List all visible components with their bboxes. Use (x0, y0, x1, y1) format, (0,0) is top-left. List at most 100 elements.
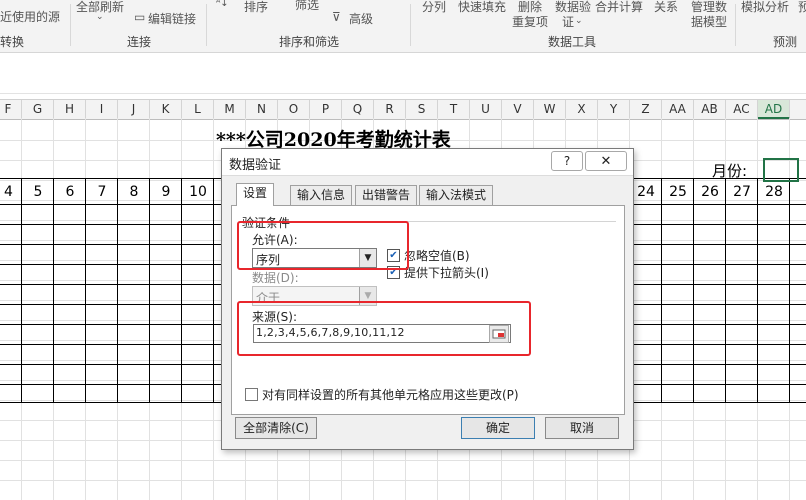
column-header-aa[interactable]: AA (662, 100, 694, 119)
day-number-cell[interactable]: 24 (630, 180, 662, 204)
tab-settings[interactable]: 设置 (236, 183, 275, 206)
dialog-title: 数据验证 (229, 158, 282, 173)
close-button[interactable]: ✕ (585, 151, 627, 171)
ribbon-divider (206, 4, 207, 46)
apply-all-checkbox[interactable] (245, 388, 258, 401)
column-header-ac[interactable]: AC (726, 100, 758, 119)
clear-all-button[interactable]: 全部清除(C) (235, 417, 317, 439)
group-connections: 连接 (127, 35, 152, 49)
apply-all-label: 对有同样设置的所有其他单元格应用这些更改(P) (262, 388, 519, 402)
column-header-r[interactable]: R (374, 100, 406, 119)
cancel-button[interactable]: 取消 (545, 417, 619, 439)
data-label: 数据(D): (252, 271, 299, 285)
table-border-column (21, 178, 22, 402)
column-header-i[interactable]: I (86, 100, 118, 119)
tab-input-method[interactable]: 输入法模式 (419, 185, 494, 205)
recent-sources-button[interactable]: 近使用的源 (0, 8, 60, 25)
edit-links-icon: ▭ (134, 10, 146, 24)
ribbon: 近使用的源 全部刷新 ⌄ ▭ 编辑链接 ᴬ↓ 排序 筛选 ⊽ 高级 分列 快速填… (0, 0, 806, 53)
day-number-cell[interactable]: 9 (150, 180, 182, 204)
column-header-g[interactable]: G (22, 100, 54, 119)
column-header-f[interactable]: F (0, 100, 22, 119)
column-header-h[interactable]: H (54, 100, 86, 119)
day-number-cell[interactable]: 26 (694, 180, 726, 204)
dropdown-arrow-label: 提供下拉箭头(I) (404, 266, 489, 280)
table-border-column (53, 178, 54, 402)
what-if-analysis-button[interactable]: 模拟分析 (741, 0, 789, 15)
consolidate-button[interactable]: 合并计算 (595, 0, 643, 15)
group-sort-filter: 排序和筛选 (279, 35, 340, 49)
column-header-q[interactable]: Q (342, 100, 374, 119)
column-header-x[interactable]: X (566, 100, 598, 119)
day-number-cell[interactable]: 25 (662, 180, 694, 204)
formula-area (0, 53, 806, 94)
column-header-ad[interactable]: AD (758, 100, 790, 119)
table-border-column (693, 178, 694, 402)
data-validation-dialog: 数据验证 ? ✕ 设置 输入信息 出错警告 输入法模式 验证条件 允许(A): … (221, 148, 634, 450)
group-data-tools: 数据工具 (548, 35, 597, 49)
column-header-w[interactable]: W (534, 100, 566, 119)
column-header-s[interactable]: S (406, 100, 438, 119)
help-button[interactable]: ? (551, 151, 583, 171)
column-header-u[interactable]: U (470, 100, 502, 119)
active-cell[interactable] (763, 158, 799, 182)
column-header-k[interactable]: K (150, 100, 182, 119)
group-forecast: 预测 (773, 35, 798, 49)
flash-fill-button[interactable]: 快速填充 (458, 0, 506, 15)
chevron-down-icon: ⌄ (96, 12, 104, 22)
edit-links-button[interactable]: 编辑链接 (148, 10, 196, 27)
column-header-y[interactable]: Y (598, 100, 630, 119)
day-number-cell[interactable]: 4 (0, 180, 22, 204)
grid-row-line (0, 480, 806, 481)
forecast-button[interactable]: 预 (798, 0, 806, 15)
ribbon-divider (735, 4, 736, 46)
day-number-cell[interactable]: 5 (22, 180, 54, 204)
tab-error-alert[interactable]: 出错警告 (355, 185, 418, 205)
table-border-column (661, 178, 662, 402)
day-number-cell[interactable]: 28 (758, 180, 790, 204)
table-border-column (789, 178, 790, 402)
column-header-l[interactable]: L (182, 100, 214, 119)
ok-button[interactable]: 确定 (461, 417, 535, 439)
column-header-z[interactable]: Z (630, 100, 662, 119)
source-highlight-box (237, 301, 531, 356)
column-header-t[interactable]: T (438, 100, 470, 119)
column-header-v[interactable]: V (502, 100, 534, 119)
column-header-n[interactable]: N (246, 100, 278, 119)
group-get-transform: 转换 (0, 35, 25, 49)
column-header-ab[interactable]: AB (694, 100, 726, 119)
ribbon-divider (70, 4, 71, 46)
day-number-cell[interactable]: 8 (118, 180, 150, 204)
table-border-column (149, 178, 150, 402)
month-label[interactable]: 月份: (712, 160, 747, 181)
day-number-cell[interactable]: 27 (726, 180, 758, 204)
table-border-column (85, 178, 86, 402)
column-header-j[interactable]: J (118, 100, 150, 119)
close-icon: ✕ (600, 154, 612, 169)
day-number-cell[interactable]: 7 (86, 180, 118, 204)
sort-az-icon: ᴬ↓ (216, 0, 229, 9)
table-border-column (213, 178, 214, 402)
day-number-cell[interactable]: 6 (54, 180, 86, 204)
dialog-titlebar[interactable]: 数据验证 ? ✕ (222, 149, 633, 176)
column-header-m[interactable]: M (214, 100, 246, 119)
day-number-cell[interactable]: 10 (182, 180, 214, 204)
sort-button[interactable]: 排序 (244, 0, 268, 15)
manage-data-model-label: 据模型 (691, 15, 728, 29)
tab-input-message[interactable]: 输入信息 (290, 185, 353, 205)
ignore-blank-label: 忽略空值(B) (404, 249, 470, 263)
remove-duplicates-label: 重复项 (512, 15, 549, 29)
advanced-filter-button[interactable]: 高级 (349, 10, 373, 27)
column-header-row: F G H I J K L M N O P Q R S T U V W X Y Z AA AB AC AD (0, 99, 806, 120)
allow-highlight-box (237, 221, 409, 270)
column-header-p[interactable]: P (310, 100, 342, 119)
column-header-o[interactable]: O (278, 100, 310, 119)
relationships-button[interactable]: 关系 (654, 0, 678, 15)
table-border-column (117, 178, 118, 402)
text-to-columns-button[interactable]: 分列 (422, 0, 446, 15)
table-border-column (757, 178, 758, 402)
table-border-column (181, 178, 182, 402)
ribbon-divider (410, 4, 411, 46)
chevron-down-icon: ⌄ (575, 16, 583, 26)
filter-button[interactable]: 筛选 (295, 0, 319, 13)
